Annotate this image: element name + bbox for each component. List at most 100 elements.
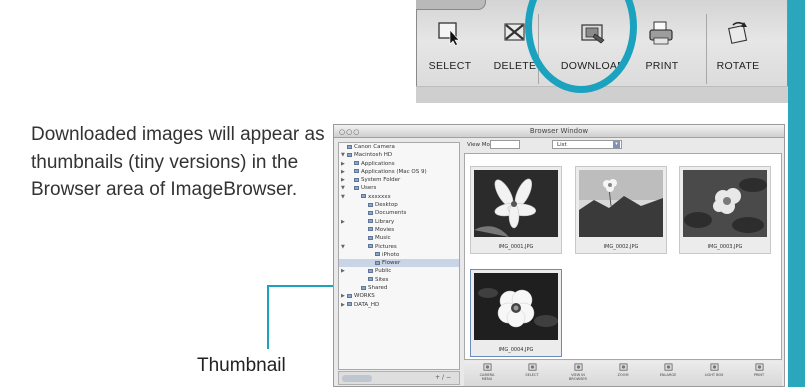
bottom-toolbar-button[interactable]: PRINT xyxy=(746,363,772,377)
disclosure-arrow-icon[interactable]: ▶ xyxy=(341,168,345,176)
folder-tree[interactable]: Canon Camera ▼ Macintosh HD ▶ Applications ▶ A… xyxy=(338,142,460,370)
browser-window-title: Browser Window xyxy=(529,127,589,135)
select-arrow-icon xyxy=(438,22,460,46)
folder-tree-item[interactable]: ▶ Applications xyxy=(339,160,459,168)
folder-tree-item-label: Users xyxy=(361,185,377,192)
folder-tree-item[interactable]: Sites xyxy=(339,276,459,284)
folder-tree-item-label: Documents xyxy=(375,210,407,217)
folder-tree-item[interactable]: Canon Camera xyxy=(339,143,459,151)
folder-tree-item-label: Library xyxy=(375,218,395,225)
folder-tree-item-label: Applications (Mac OS 9) xyxy=(361,168,427,175)
thumbnail-item[interactable]: IMG_0003.JPG xyxy=(679,166,771,254)
bottom-toolbar-button[interactable]: ZOOM xyxy=(610,363,636,377)
browser-window: ○○○ Browser Window Canon Camera ▼ Macintos… xyxy=(333,124,785,387)
folder-tree-item[interactable]: Movies xyxy=(339,226,459,234)
select-icon xyxy=(528,363,536,371)
folder-tree-item[interactable]: ▶ Public xyxy=(339,267,459,275)
lightbox-icon xyxy=(710,363,718,371)
thumbnail-item[interactable]: IMG_0001.JPG xyxy=(470,166,562,254)
view-icon xyxy=(574,363,582,371)
disclosure-arrow-icon[interactable]: ▼ xyxy=(341,193,345,201)
rotate-button[interactable]: ROTATE xyxy=(701,20,775,72)
folder-tree-item[interactable]: ▶ Applications (Mac OS 9) xyxy=(339,168,459,176)
folder-icon xyxy=(368,227,373,232)
select-button[interactable]: SELECT xyxy=(413,20,487,72)
disclosure-arrow-icon[interactable]: ▼ xyxy=(341,151,345,159)
folder-tree-scroll-pill[interactable] xyxy=(342,375,372,382)
folder-icon xyxy=(375,252,380,257)
folder-icon xyxy=(368,244,373,249)
zoom-icon xyxy=(619,363,627,371)
bottom-toolbar-button-label: CAMERA MENU xyxy=(479,373,495,381)
bottom-toolbar-button[interactable]: VIEW IN BROWSER xyxy=(565,363,591,381)
folder-tree-item[interactable]: Music xyxy=(339,234,459,242)
folder-tree-item[interactable]: ▼ Pictures xyxy=(339,243,459,251)
folder-tree-item-label: Flower xyxy=(382,260,401,267)
folder-tree-add-remove[interactable]: + / − xyxy=(435,374,451,381)
print-icon xyxy=(649,21,673,45)
folder-tree-item[interactable]: ▼ xxxxxxx xyxy=(339,193,459,201)
toolbar-bottom-strip xyxy=(416,86,788,103)
bottom-toolbar-button[interactable]: LIGHT BOX xyxy=(701,363,727,377)
folder-tree-item[interactable]: ▶ Library xyxy=(339,218,459,226)
bottom-toolbar-button[interactable]: CAMERA MENU xyxy=(474,363,500,381)
select-button-label: SELECT xyxy=(428,60,472,72)
disclosure-arrow-icon[interactable]: ▶ xyxy=(341,267,345,275)
thumbnail-grid: IMG_0001.JPG IMG_0002.JPG IMG_0003.JPG I… xyxy=(464,153,782,360)
callout-leader-vertical xyxy=(267,285,269,349)
thumbnail-item[interactable]: IMG_0002.JPG xyxy=(575,166,667,254)
folder-icon xyxy=(368,277,373,282)
folder-tree-item-label: System Folder xyxy=(361,177,401,184)
folder-icon xyxy=(368,235,373,240)
folder-tree-item-label: Movies xyxy=(375,226,395,233)
folder-tree-item-label: DATA_HD xyxy=(354,301,380,308)
folder-icon xyxy=(354,185,359,190)
bottom-toolbar-button[interactable]: SELECT xyxy=(519,363,545,377)
folder-tree-item-label: Desktop xyxy=(375,202,398,209)
disclosure-arrow-icon[interactable]: ▼ xyxy=(341,243,345,251)
disclosure-arrow-icon[interactable]: ▶ xyxy=(341,301,345,309)
view-mode-bar: View Mode List ▾ xyxy=(464,140,782,151)
disclosure-arrow-icon[interactable]: ▶ xyxy=(341,176,345,184)
folder-tree-item[interactable]: ▶ DATA_HD xyxy=(339,301,459,309)
caption-text: Downloaded images will appear as thumbna… xyxy=(31,124,325,200)
thumbnail-image xyxy=(474,170,558,237)
folder-tree-item[interactable]: Flower xyxy=(339,259,459,268)
folder-tree-item-label: WORKS xyxy=(354,293,375,300)
enlarge-icon xyxy=(664,363,672,371)
bottom-toolbar-button[interactable]: ENLARGE xyxy=(655,363,681,377)
folder-icon xyxy=(354,169,359,174)
disclosure-arrow-icon[interactable]: ▶ xyxy=(341,160,345,168)
folder-tree-item[interactable]: iPhoto xyxy=(339,251,459,259)
folder-tree-footer: + / − xyxy=(338,371,460,385)
thumbnail-filename: IMG_0001.JPG xyxy=(498,244,534,250)
folder-icon xyxy=(361,194,366,199)
folder-tree-item-label: Pictures xyxy=(375,243,397,250)
bottom-toolbar-button-label: SELECT xyxy=(525,373,539,377)
thumbnail-item[interactable]: IMG_0004.JPG xyxy=(470,269,562,357)
folder-tree-item[interactable]: Documents xyxy=(339,209,459,217)
disclosure-arrow-icon[interactable]: ▼ xyxy=(341,184,345,192)
folder-tree-item-label: xxxxxxx xyxy=(368,193,391,200)
folder-icon xyxy=(368,268,373,273)
disclosure-arrow-icon[interactable]: ▶ xyxy=(341,218,345,226)
folder-tree-item[interactable]: Shared xyxy=(339,284,459,292)
folder-tree-item[interactable]: ▶ WORKS xyxy=(339,292,459,300)
rotate-button-label: ROTATE xyxy=(716,60,760,72)
folder-tree-item[interactable]: Desktop xyxy=(339,201,459,209)
thumbnail-image xyxy=(579,170,663,237)
folder-icon xyxy=(354,177,359,182)
thumbnail-filename: IMG_0004.JPG xyxy=(498,347,534,353)
side-accent-bar xyxy=(788,0,805,387)
folder-tree-item[interactable]: ▼ Macintosh HD xyxy=(339,151,459,159)
folder-tree-item[interactable]: ▶ System Folder xyxy=(339,176,459,184)
chevron-down-icon: ▾ xyxy=(613,141,620,148)
folder-tree-item[interactable]: ▼ Users xyxy=(339,184,459,192)
view-mode-field[interactable] xyxy=(490,140,520,149)
folder-icon xyxy=(361,285,366,290)
folder-icon xyxy=(375,260,380,265)
disclosure-arrow-icon[interactable]: ▶ xyxy=(341,292,345,300)
thumbnail-callout-label: Thumbnail xyxy=(197,355,286,376)
view-mode-select[interactable]: List ▾ xyxy=(552,140,622,149)
folder-tree-item-label: Public xyxy=(375,268,392,275)
